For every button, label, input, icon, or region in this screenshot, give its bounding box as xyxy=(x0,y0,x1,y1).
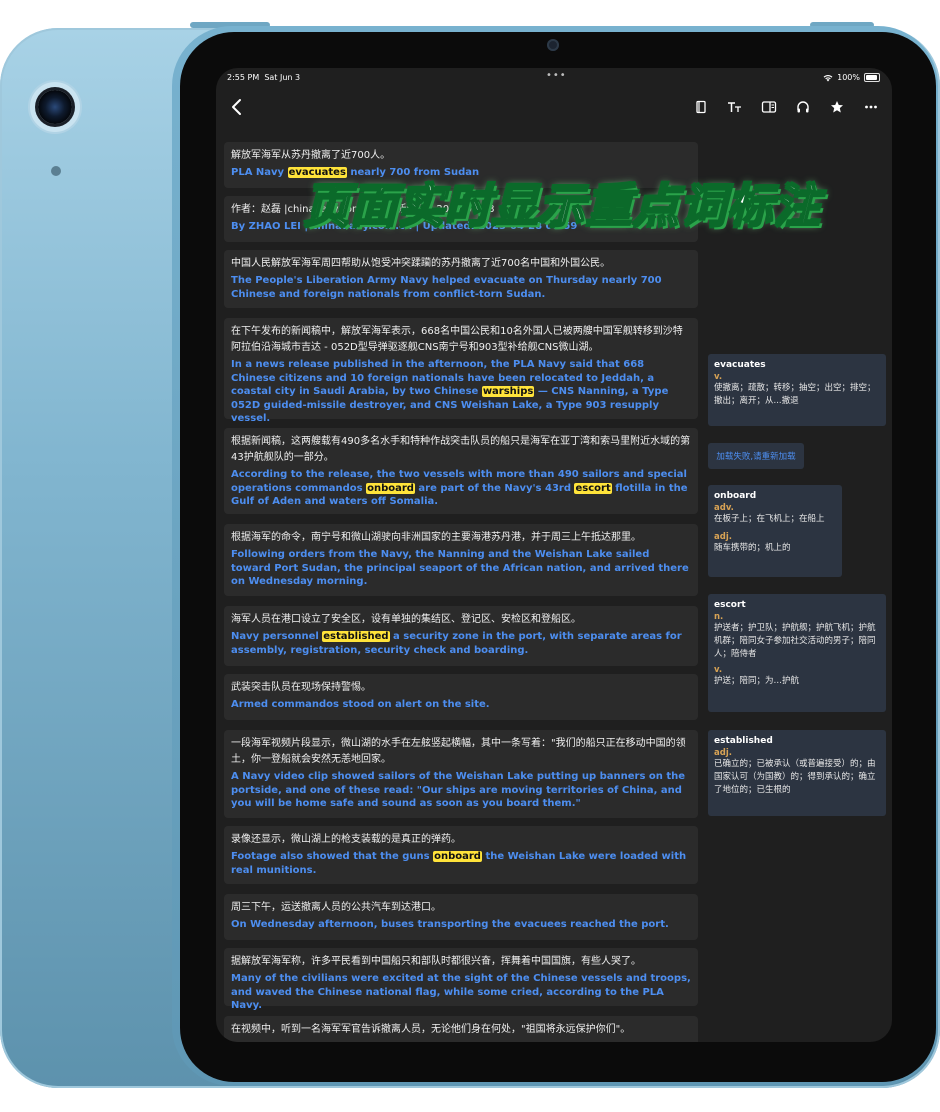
rear-camera xyxy=(30,82,80,132)
card-pos: adj. xyxy=(714,532,732,542)
card-definition: 护送；陪同；为…护航 xyxy=(714,676,800,686)
paragraph-zh: 根据海军的命令，南宁号和微山湖驶向非洲国家的主要海港苏丹港，并于周三上午抵达那里… xyxy=(231,532,641,543)
paragraph-en: On Wednesday afternoon, buses transporti… xyxy=(231,919,669,930)
bookmark-icon xyxy=(696,100,706,114)
paragraph-zh: 武装突击队员在现场保持警惕。 xyxy=(231,682,371,693)
paragraph[interactable]: 武装突击队员在现场保持警惕。 Armed commandos stood on … xyxy=(224,674,698,720)
card-pos: v. xyxy=(714,372,723,382)
keyword-highlight[interactable]: warships xyxy=(481,386,535,397)
multitask-dots[interactable]: ••• xyxy=(546,70,567,81)
paragraph-en: Following orders from the Navy, the Nann… xyxy=(231,549,689,587)
card-definition: 护送者；护卫队；护航舰；护航飞机；护航机群；陪同女子参加社交活动的男子；陪同人；… xyxy=(714,623,876,659)
text-size-icon xyxy=(728,102,741,112)
card-definition: 随车携带的；机上的 xyxy=(714,543,791,553)
paragraph-en: According to the release, the two vessel… xyxy=(231,469,688,507)
text-size-button[interactable] xyxy=(726,98,744,116)
paragraph-zh: 据解放军海军称，许多平民看到中国船只和部队时都很兴奋，挥舞着中国国旗，有些人哭了… xyxy=(231,956,641,967)
card-definition: 使撤离；疏散；转移；抽空；出空；排空；撤出；离开；从...撤退 xyxy=(714,383,876,406)
paragraph-en: Navy personnel established a security zo… xyxy=(231,631,682,656)
paragraph[interactable]: 海军人员在港口设立了安全区，设有单独的集结区、登记区、安检区和登船区。 Navy… xyxy=(224,606,698,666)
keyword-highlight[interactable]: escort xyxy=(574,482,612,494)
back-button[interactable] xyxy=(226,96,248,118)
paragraph[interactable]: 中国人民解放军海军周四帮助从饱受冲突蹂躏的苏丹撤离了近700名中国和外国公民。 … xyxy=(224,250,698,308)
paragraph-en: In a news release published in the after… xyxy=(231,359,669,424)
paragraph-zh: 海军人员在港口设立了安全区，设有单独的集结区、登记区、安检区和登船区。 xyxy=(231,614,581,625)
more-button[interactable] xyxy=(862,98,880,116)
promo-headline: 页面实时显示重点词标注 xyxy=(303,178,821,234)
status-time: 2:55 PM Sat Jun 3 xyxy=(227,73,301,82)
paragraph-zh: 周三下午，运送撤离人员的公共汽车到达港口。 xyxy=(231,902,441,913)
card-word: escort xyxy=(714,600,746,610)
paragraph[interactable]: 在下午发布的新闻稿中，解放军海军表示，668名中国公民和10名外国人已被两艘中国… xyxy=(224,318,698,424)
paragraph-en: The People's Liberation Army Navy helped… xyxy=(231,275,662,300)
card-pos: v. xyxy=(714,665,723,675)
paragraph-zh: 一段海军视频片段显示，微山湖的水手在左舷竖起横幅，其中一条写着："我们的船只正在… xyxy=(231,738,686,765)
paragraph-zh: 在视频中，听到一名海军军官告诉撤离人员，无论他们身在何处，"祖国将永远保护你们"… xyxy=(231,1024,631,1035)
paragraph[interactable]: 在视频中，听到一名海军军官告诉撤离人员，无论他们身在何处，"祖国将永远保护你们"… xyxy=(224,1016,698,1042)
paragraph[interactable]: 录像还显示，微山湖上的枪支装载的是真正的弹药。 Footage also sho… xyxy=(224,826,698,884)
paragraph-zh: 录像还显示，微山湖上的枪支装载的是真正的弹药。 xyxy=(231,834,461,845)
paragraph-zh: 根据新闻稿，这两艘载有490多名水手和特种作战突击队员的船只是海军在亚丁湾和索马… xyxy=(231,436,691,463)
headphones-icon xyxy=(797,101,809,113)
battery-percent: 100% xyxy=(837,73,860,82)
paragraph[interactable]: 根据新闻稿，这两艘载有490多名水手和特种作战突击队员的船只是海军在亚丁湾和索马… xyxy=(224,428,698,514)
status-right: 100% xyxy=(823,73,880,82)
paragraph-en: A Navy video clip showed sailors of the … xyxy=(231,771,686,809)
toolbar-actions xyxy=(692,98,880,116)
card-definition: 在板子上；在飞机上；在船上 xyxy=(714,514,825,524)
card-word: onboard xyxy=(714,491,757,501)
bookmark-button[interactable] xyxy=(692,98,710,116)
star-icon xyxy=(831,101,843,113)
paragraph-zh: 中国人民解放军海军周四帮助从饱受冲突蹂躏的苏丹撤离了近700名中国和外国公民。 xyxy=(231,258,611,269)
card-definition: 已确立的；已被承认（或普遍接受）的；由国家认可（为国教）的；得到承认的；确立了地… xyxy=(714,759,876,795)
layout-button[interactable] xyxy=(760,98,778,116)
keyword-highlight[interactable]: onboard xyxy=(433,851,482,862)
front-camera xyxy=(547,39,559,51)
reader-toolbar xyxy=(216,90,892,124)
reload-button[interactable]: 加载失败,请重新加载 xyxy=(708,443,804,469)
card-word: evacuates xyxy=(714,360,766,370)
favorite-button[interactable] xyxy=(828,98,846,116)
paragraph[interactable]: 据解放军海军称，许多平民看到中国船只和部队时都很兴奋，挥舞着中国国旗，有些人哭了… xyxy=(224,948,698,1011)
paragraph-en: Armed commandos stood on alert on the si… xyxy=(231,699,490,710)
more-icon xyxy=(865,105,877,109)
card-pos: adv. xyxy=(714,503,734,513)
reader-layout-icon xyxy=(761,101,777,113)
rear-flash xyxy=(51,166,61,176)
paragraph[interactable]: 周三下午，运送撤离人员的公共汽车到达港口。 On Wednesday after… xyxy=(224,894,698,940)
keyword-highlight[interactable]: onboard xyxy=(366,482,415,494)
dictionary-card[interactable]: onboard adv. 在板子上；在飞机上；在船上 adj. 随车携带的；机上… xyxy=(708,485,842,577)
keyword-highlight[interactable]: established xyxy=(322,631,390,642)
paragraph[interactable]: 一段海军视频片段显示，微山湖的水手在左舷竖起横幅，其中一条写着："我们的船只正在… xyxy=(224,730,698,818)
listen-button[interactable] xyxy=(794,98,812,116)
card-pos: adj. xyxy=(714,748,732,758)
paragraph-zh: 在下午发布的新闻稿中，解放军海军表示，668名中国公民和10名外国人已被两艘中国… xyxy=(231,326,683,353)
battery-icon xyxy=(864,73,880,82)
dictionary-card[interactable]: established adj. 已确立的；已被承认（或普遍接受）的；由国家认可… xyxy=(708,730,886,816)
paragraph[interactable]: 根据海军的命令，南宁号和微山湖驶向非洲国家的主要海港苏丹港，并于周三上午抵达那里… xyxy=(224,524,698,596)
card-pos: n. xyxy=(714,612,724,622)
card-word: established xyxy=(714,736,773,746)
dictionary-card[interactable]: evacuates v. 使撤离；疏散；转移；抽空；出空；排空；撤出；离开；从.… xyxy=(708,354,886,426)
wifi-icon xyxy=(823,74,833,81)
paragraph-en: Many of the civilians were excited at th… xyxy=(231,973,691,1011)
back-chevron-icon xyxy=(232,99,241,115)
status-bar: 2:55 PM Sat Jun 3 ••• 100% xyxy=(216,68,892,88)
dictionary-card[interactable]: escort n. 护送者；护卫队；护航舰；护航飞机；护航机群；陪同女子参加社交… xyxy=(708,594,886,712)
paragraph-zh: 解放军海军从苏丹撤离了近700人。 xyxy=(231,150,391,161)
paragraph-en: Footage also showed that the guns onboar… xyxy=(231,851,687,876)
